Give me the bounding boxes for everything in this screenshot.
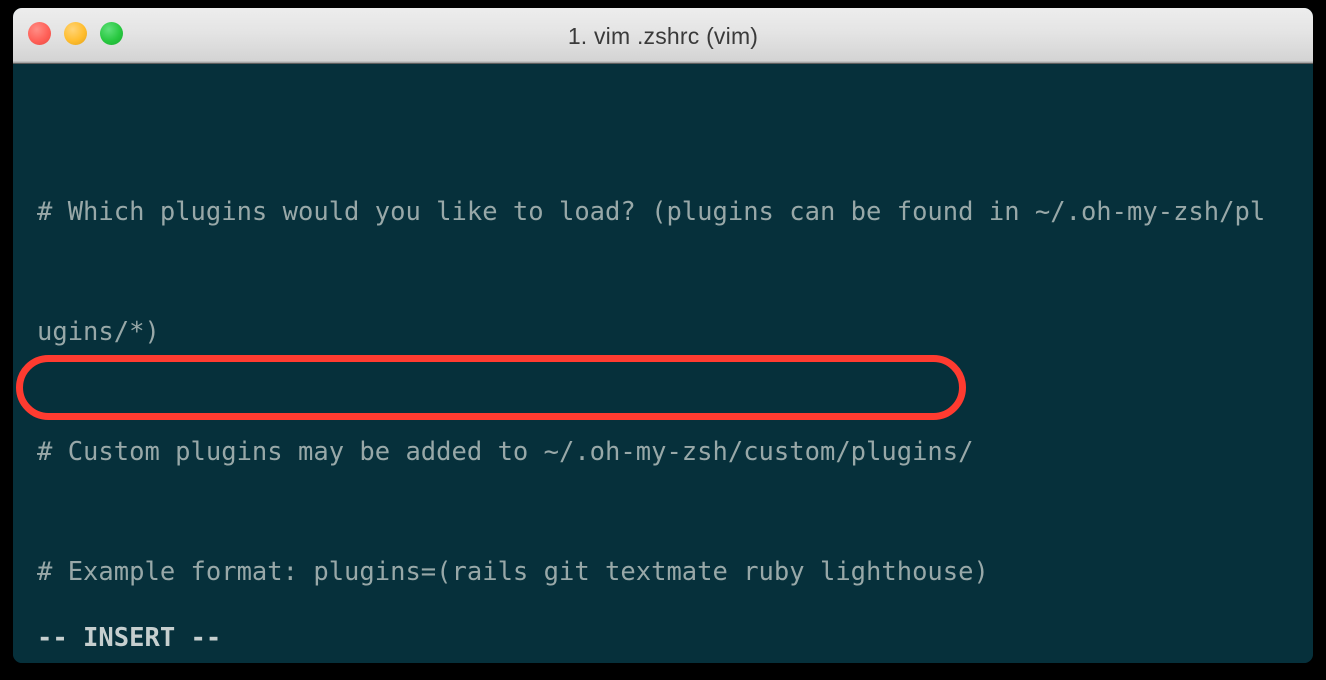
buffer-line: # Custom plugins may be added to ~/.oh-m… — [37, 437, 974, 467]
terminal-window: 1. vim .zshrc (vim) # Which plugins woul… — [13, 8, 1313, 663]
window-titlebar[interactable]: 1. vim .zshrc (vim) — [13, 8, 1313, 64]
buffer-line: ugins/*) — [37, 317, 160, 347]
vim-status-line: -- INSERT -- — [37, 623, 222, 653]
buffer-line: # Example format: plugins=(rails git tex… — [37, 557, 989, 587]
terminal-body[interactable]: # Which plugins would you like to load? … — [13, 64, 1313, 663]
buffer-line: # Which plugins would you like to load? … — [37, 197, 1266, 227]
screen: 1. vim .zshrc (vim) # Which plugins woul… — [0, 0, 1326, 680]
vim-buffer[interactable]: # Which plugins would you like to load? … — [37, 72, 1313, 663]
window-title: 1. vim .zshrc (vim) — [567, 23, 759, 49]
